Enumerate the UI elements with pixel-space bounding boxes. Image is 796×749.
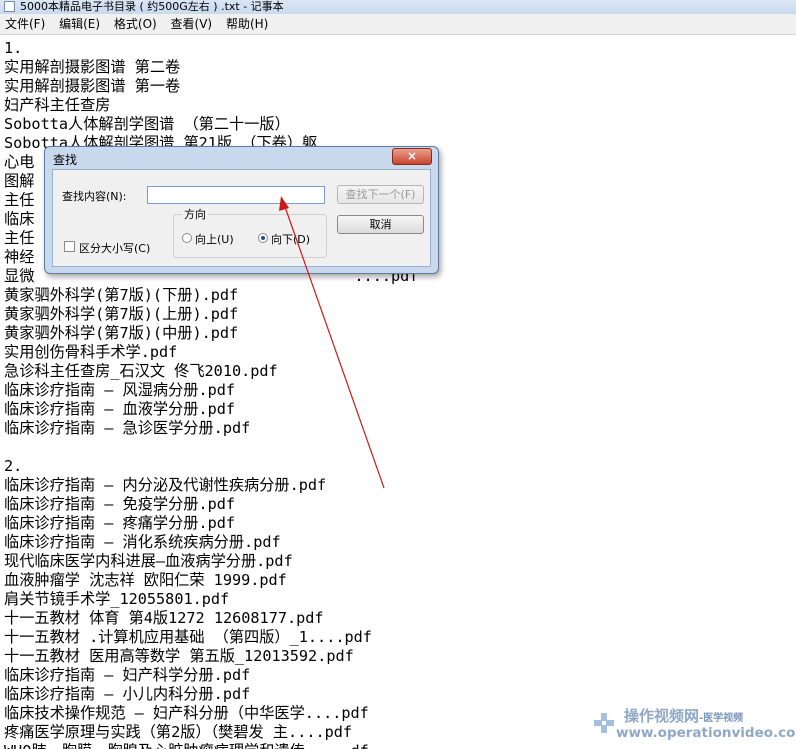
text-line: 实用创伤骨科手术学.pdf xyxy=(4,343,178,361)
text-line: 疼痛医学原理与实践（第2版）（樊碧发 主....pdf xyxy=(4,723,353,741)
direction-up-label: 向上(U) xyxy=(195,233,234,246)
text-line: Sobotta人体解剖学图谱 （第二十一版） xyxy=(4,115,290,133)
text-line: 临床诊疗指南 — 风湿病分册.pdf xyxy=(4,381,236,399)
watermark-suffix: -医学视频 xyxy=(699,713,744,724)
window-title: 5000本精品电子书目录 ( 约500G左右 ) .txt - 记事本 xyxy=(20,0,284,13)
text-line: 现代临床医学内科进展—血液病学分册.pdf xyxy=(4,552,293,570)
direction-up-radio[interactable] xyxy=(182,233,192,243)
find-next-button[interactable]: 查找下一个(F) xyxy=(337,185,424,204)
watermark: 操作视频网-医学视频 www.operationvideo.com xyxy=(590,705,796,745)
text-line: 临床诊疗指南 — 疼痛学分册.pdf xyxy=(4,514,236,532)
text-line: 十一五教材 .计算机应用基础 （第四版）_1....pdf xyxy=(4,628,372,646)
menu-help[interactable]: 帮助(H) xyxy=(221,14,273,34)
text-line: 2. xyxy=(4,457,23,475)
menu-view[interactable]: 查看(V) xyxy=(166,14,218,34)
direction-down-radio[interactable] xyxy=(258,233,268,243)
text-editor[interactable]: 1. 实用解剖摄影图谱 第二卷 实用解剖摄影图谱 第一卷 妇产科主任查房 Sobotta… xyxy=(0,35,796,749)
window-titlebar: 5000本精品电子书目录 ( 约500G左右 ) .txt - 记事本 xyxy=(0,0,796,14)
text-line: 临床诊疗指南 — 急诊医学分册.pdf xyxy=(4,419,251,437)
text-line: 急诊科主任查房_石汉文 佟飞2010.pdf xyxy=(4,362,278,380)
text-line: 1. xyxy=(4,39,23,57)
menubar: 文件(F) 编辑(E) 格式(O) 查看(V) 帮助(H) xyxy=(0,14,796,35)
text-line: 黄家驷外科学(第7版)(下册).pdf xyxy=(4,286,239,304)
text-line: 血液肿瘤学 沈志祥 欧阳仁荣 1999.pdf xyxy=(4,571,287,589)
notepad-icon xyxy=(4,1,15,12)
text-line: 临床诊疗指南 — 血液学分册.pdf xyxy=(4,400,236,418)
menu-file[interactable]: 文件(F) xyxy=(0,14,50,34)
text-line: 黄家驷外科学(第7版)(上册).pdf xyxy=(4,305,239,323)
close-button[interactable]: × xyxy=(392,148,432,165)
find-what-input[interactable] xyxy=(147,186,325,204)
text-line: 妇产科主任查房 xyxy=(4,96,111,114)
find-next-label: 查找下一个(F) xyxy=(345,188,416,201)
find-dialog-body: 查找内容(N): 查找下一个(F) 取消 区分大小写(C) 方向 向上(U) 向… xyxy=(52,169,431,267)
text-line: 十一五教材 医用高等数学 第五版_12013592.pdf xyxy=(4,647,354,665)
text-line: 实用解剖摄影图谱 第一卷 xyxy=(4,77,181,95)
close-icon: × xyxy=(406,149,418,163)
text-line: 临床诊疗指南 — 妇产科学分册.pdf xyxy=(4,666,251,684)
find-dialog-title: 查找 xyxy=(53,153,78,167)
text-line: 黄家驷外科学(第7版)(中册).pdf xyxy=(4,324,239,342)
text-line: 临床诊疗指南 — 免疫学分册.pdf xyxy=(4,495,236,513)
find-what-label: 查找内容(N): xyxy=(62,190,127,203)
watermark-brand-text: 操作视频网 xyxy=(624,707,700,725)
menu-edit[interactable]: 编辑(E) xyxy=(54,14,105,34)
text-line xyxy=(4,438,428,457)
text-line: 临床诊疗指南 — 内分泌及代谢性疾病分册.pdf xyxy=(4,476,327,494)
text-line: 临床诊疗指南 — 小儿内科分册.pdf xyxy=(4,685,251,703)
watermark-brand: 操作视频网-医学视频 xyxy=(624,705,743,726)
direction-group: 方向 向上(U) 向下(D) xyxy=(173,206,327,258)
text-line: 临床技术操作规范 — 妇产科分册（中华医学....pdf xyxy=(4,704,369,722)
match-case-checkbox[interactable] xyxy=(64,241,75,252)
direction-label: 方向 xyxy=(182,206,208,222)
text-line: 十一五教材 体育 第4版1272 12608177.pdf xyxy=(4,609,324,627)
find-dialog: 查找 × 查找内容(N): 查找下一个(F) 取消 区分大小写(C) 方向 向上… xyxy=(44,146,439,274)
text-line: 实用解剖摄影图谱 第二卷 xyxy=(4,58,181,76)
match-case-label: 区分大小写(C) xyxy=(79,242,151,255)
watermark-url: www.operationvideo.com xyxy=(616,725,796,741)
watermark-logo-icon xyxy=(594,713,614,733)
text-line: 肩关节镜手术学_12055801.pdf xyxy=(4,590,230,608)
cancel-label: 取消 xyxy=(369,218,392,231)
menu-format[interactable]: 格式(O) xyxy=(109,14,162,34)
cancel-button[interactable]: 取消 xyxy=(337,215,424,234)
text-line: WHO肺、胸膜、胸腺及心脏肿瘤病理学和遗传.....df xyxy=(4,742,428,749)
text-line: 临床诊疗指南 — 消化系统疾病分册.pdf xyxy=(4,533,281,551)
direction-down-label: 向下(D) xyxy=(271,233,311,246)
